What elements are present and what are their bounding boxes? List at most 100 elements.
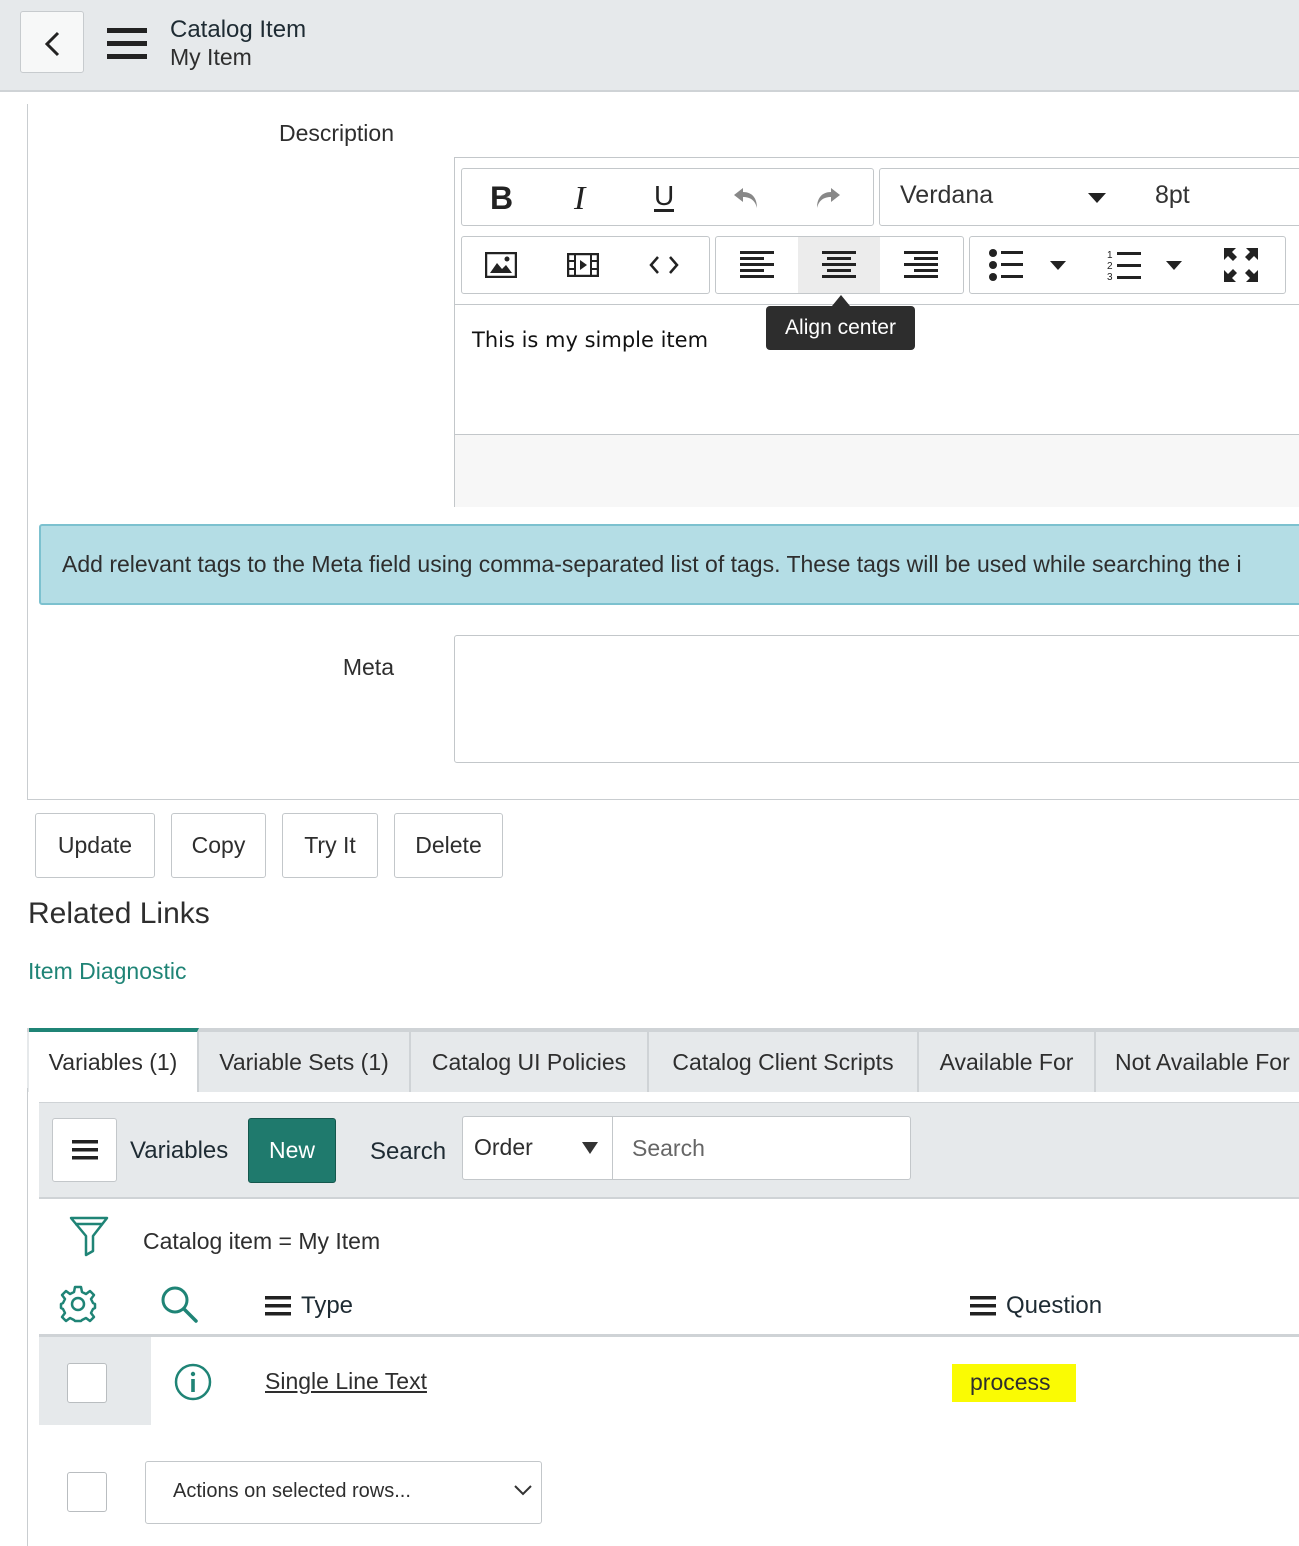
fullscreen-button[interactable] (1206, 237, 1276, 293)
form-border-bottom (27, 799, 1299, 800)
code-icon (649, 256, 679, 274)
format-toolbar-group: B I U (461, 168, 874, 226)
insert-video-button[interactable] (544, 237, 622, 293)
underline-button[interactable]: U (625, 169, 703, 225)
svg-text:3: 3 (1107, 272, 1113, 281)
toolbar-divider (455, 304, 1299, 305)
redo-button[interactable] (789, 169, 867, 225)
tooltip-arrow (832, 295, 850, 306)
bold-button[interactable]: B (462, 169, 540, 225)
form-border-left (27, 104, 28, 800)
description-label: Description (278, 120, 394, 146)
align-center-icon (822, 251, 856, 278)
filter-breadcrumb[interactable]: Catalog item = My Item (143, 1228, 380, 1255)
record-name: My Item (170, 44, 252, 70)
editor-status-bar (455, 434, 1299, 507)
column-header-question[interactable]: Question (970, 1292, 1102, 1320)
tab-available-for[interactable]: Available For (919, 1032, 1096, 1092)
column-menu-icon (265, 1296, 291, 1316)
bullet-list-button[interactable] (976, 237, 1036, 293)
align-left-icon (740, 251, 774, 278)
select-all-checkbox[interactable] (67, 1472, 107, 1512)
align-left-button[interactable] (716, 237, 798, 293)
list-menu-button[interactable] (52, 1118, 117, 1182)
table-row: Single Line Text process (39, 1337, 1299, 1425)
svg-text:B: B (490, 182, 513, 212)
undo-icon (734, 188, 757, 208)
caret-down-icon (582, 1142, 598, 1154)
item-diagnostic-link[interactable]: Item Diagnostic (28, 958, 187, 985)
bold-icon: B (490, 182, 513, 212)
redo-icon (817, 188, 840, 208)
meta-field[interactable] (454, 635, 1299, 763)
align-right-button[interactable] (880, 237, 962, 293)
column-menu-icon (970, 1296, 996, 1316)
bullet-list-dropdown[interactable] (1040, 237, 1076, 293)
meta-label: Meta (342, 654, 394, 680)
svg-text:U: U (654, 181, 674, 211)
chevron-down-icon (514, 1485, 532, 1496)
list-border-left (27, 1088, 28, 1546)
list-header-row: Type Question (39, 1275, 1299, 1337)
gear-icon[interactable] (59, 1285, 97, 1323)
column-header-type[interactable]: Type (265, 1292, 353, 1320)
tab-variables[interactable]: Variables (1) (29, 1028, 199, 1092)
related-links-heading: Related Links (28, 897, 210, 930)
actions-on-selected-select[interactable]: Actions on selected rows... (145, 1461, 542, 1524)
update-button[interactable]: Update (35, 813, 155, 878)
font-toolbar-group: Verdana 8pt (879, 168, 1299, 226)
svg-text:2: 2 (1107, 261, 1113, 272)
new-button[interactable]: New (248, 1118, 336, 1183)
type-link[interactable]: Single Line Text (265, 1368, 427, 1395)
insert-image-button[interactable] (462, 237, 540, 293)
tab-catalog-ui-policies[interactable]: Catalog UI Policies (411, 1032, 649, 1092)
numbered-list-button[interactable]: 123 (1094, 237, 1154, 293)
filter-icon[interactable] (69, 1215, 109, 1257)
font-size-select[interactable]: 8pt (1155, 181, 1190, 210)
fullscreen-icon (1224, 248, 1258, 282)
italic-button[interactable]: I (544, 169, 622, 225)
font-dropdown-caret-icon[interactable] (1088, 193, 1106, 203)
row-checkbox[interactable] (67, 1363, 107, 1403)
source-code-button[interactable] (625, 237, 703, 293)
caret-down-icon (1166, 260, 1182, 270)
undo-button[interactable] (707, 169, 785, 225)
list-toolbar-group: 123 (969, 236, 1286, 294)
search-input[interactable] (612, 1116, 911, 1180)
row-select-cell (39, 1337, 151, 1425)
tab-catalog-client-scripts[interactable]: Catalog Client Scripts (649, 1032, 919, 1092)
tab-variable-sets[interactable]: Variable Sets (1) (199, 1032, 411, 1092)
font-family-select[interactable]: Verdana (900, 181, 993, 210)
video-icon (567, 253, 599, 277)
list-title: Variables (130, 1137, 229, 1164)
search-label: Search (370, 1138, 447, 1165)
search-icon[interactable] (160, 1285, 198, 1323)
svg-text:1: 1 (1107, 250, 1113, 261)
editor-text-area[interactable]: This is my simple item (472, 328, 708, 352)
svg-text:I: I (573, 182, 587, 212)
delete-button[interactable]: Delete (394, 813, 503, 878)
menu-icon (71, 1140, 98, 1160)
header-bar: Catalog Item My Item (0, 0, 1299, 92)
bullet-list-icon (989, 249, 1023, 281)
numbered-list-dropdown[interactable] (1156, 237, 1192, 293)
column-header-type-label: Type (301, 1292, 354, 1319)
column-header-question-label: Question (1006, 1292, 1103, 1319)
copy-button[interactable]: Copy (171, 813, 266, 878)
back-button[interactable] (20, 11, 84, 73)
menu-icon[interactable] (107, 28, 147, 60)
image-icon (485, 252, 517, 278)
try-it-button[interactable]: Try It (282, 813, 378, 878)
info-icon[interactable] (174, 1363, 212, 1401)
align-center-tooltip: Align center (766, 306, 915, 350)
tab-not-available-for[interactable]: Not Available For (1096, 1032, 1299, 1092)
meta-info-banner: Add relevant tags to the Meta field usin… (39, 524, 1299, 605)
align-toolbar-group (715, 236, 964, 294)
align-right-icon (904, 251, 938, 278)
caret-down-icon (1050, 260, 1066, 270)
align-center-button[interactable] (798, 237, 880, 293)
insert-toolbar-group (461, 236, 710, 294)
related-lists-tabs: Variables (1) Variable Sets (1) Catalog … (27, 1028, 1299, 1092)
underline-icon: U (654, 181, 674, 212)
list-toolbar: Variables New Search Order (39, 1102, 1299, 1199)
